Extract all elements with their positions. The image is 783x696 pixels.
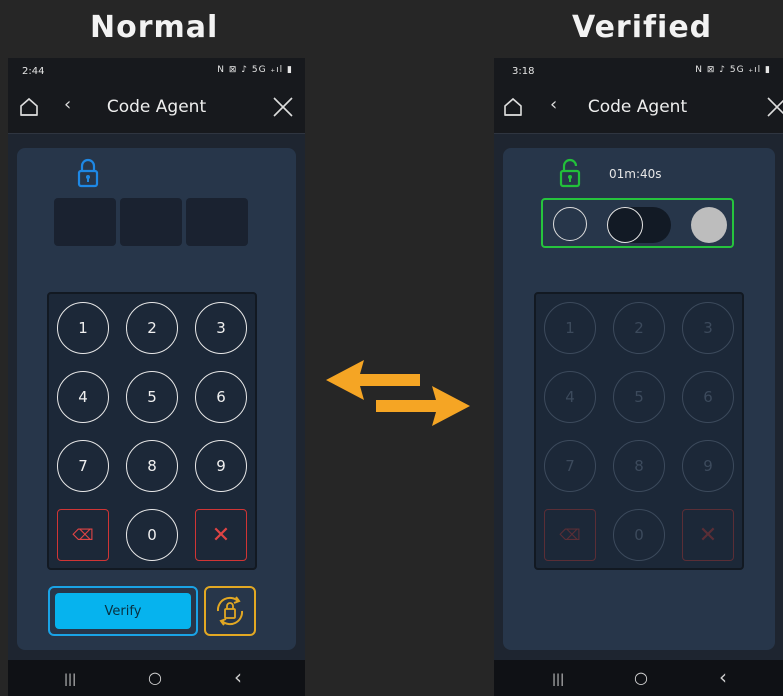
app-bar: ‹ Code Agent	[8, 82, 305, 134]
recent-apps-button[interactable]: |||	[552, 672, 564, 686]
key-8: 8	[613, 440, 665, 492]
lock-icon	[77, 158, 99, 188]
keypad: 1 2 3 4 5 6 7 8 9 ⌫ 0 ✕	[47, 292, 257, 570]
code-digit-box-1[interactable]	[54, 198, 116, 246]
home-button[interactable]: ○	[634, 668, 648, 687]
unlock-icon	[559, 158, 581, 188]
phone-normal: 2:44 N ⊠ ♪ 5G ₊ıl ▮ ‹ Code Agent 1 2 3 4…	[8, 58, 305, 696]
verified-status-panel	[541, 198, 734, 248]
page-title: Code Agent	[587, 97, 688, 117]
status-icons: N ⊠ ♪ 5G ₊ıl ▮	[217, 65, 293, 75]
status-bar: 2:44 N ⊠ ♪ 5G ₊ıl ▮	[8, 58, 305, 82]
clear-key: ✕	[682, 509, 734, 561]
swap-arrows-icon	[326, 360, 470, 426]
key-7: 7	[544, 440, 596, 492]
key-3[interactable]: 3	[195, 302, 247, 354]
status-bar: 3:18 N ⊠ ♪ 5G ₊ıl ▮	[494, 58, 783, 82]
mode-toggle[interactable]	[607, 207, 671, 243]
key-5: 5	[613, 371, 665, 423]
status-time: 2:44	[22, 66, 45, 77]
key-6[interactable]: 6	[195, 371, 247, 423]
status-circle-empty	[553, 207, 587, 241]
rotate-lock-icon	[216, 596, 244, 626]
close-icon[interactable]	[271, 95, 295, 119]
status-icons: N ⊠ ♪ 5G ₊ıl ▮	[695, 65, 771, 75]
key-2[interactable]: 2	[126, 302, 178, 354]
key-4: 4	[544, 371, 596, 423]
page-title: Code Agent	[106, 97, 207, 117]
app-bar: ‹ Code Agent	[494, 82, 783, 134]
key-2: 2	[613, 302, 665, 354]
verify-button[interactable]: Verify	[55, 593, 191, 629]
toggle-knob	[607, 207, 643, 243]
key-0: 0	[613, 509, 665, 561]
key-0[interactable]: 0	[126, 509, 178, 561]
status-time: 3:18	[512, 66, 535, 77]
recent-apps-button[interactable]: |||	[64, 672, 76, 686]
system-nav-bar: ||| ○ ‹	[8, 660, 305, 696]
rotate-code-button[interactable]	[204, 586, 256, 636]
backspace-key[interactable]: ⌫	[57, 509, 109, 561]
heading-verified: Verified	[572, 10, 713, 45]
key-5[interactable]: 5	[126, 371, 178, 423]
code-digit-box-3[interactable]	[186, 198, 248, 246]
key-1: 1	[544, 302, 596, 354]
phone-verified: 3:18 N ⊠ ♪ 5G ₊ıl ▮ ‹ Code Agent 01m:40s…	[494, 58, 783, 696]
key-9[interactable]: 9	[195, 440, 247, 492]
home-button[interactable]: ○	[148, 668, 162, 687]
keypad-disabled: 1 2 3 4 5 6 7 8 9 ⌫ 0 ✕	[534, 292, 744, 570]
timer-text: 01m:40s	[609, 167, 662, 181]
clear-key[interactable]: ✕	[195, 509, 247, 561]
key-1[interactable]: 1	[57, 302, 109, 354]
back-button[interactable]: ‹	[719, 665, 727, 689]
backspace-key: ⌫	[544, 509, 596, 561]
close-icon[interactable]	[765, 95, 783, 119]
code-digit-box-2[interactable]	[120, 198, 182, 246]
status-circle-filled	[691, 207, 727, 243]
key-7[interactable]: 7	[57, 440, 109, 492]
heading-normal: Normal	[90, 10, 219, 45]
key-8[interactable]: 8	[126, 440, 178, 492]
key-3: 3	[682, 302, 734, 354]
key-4[interactable]: 4	[57, 371, 109, 423]
key-9: 9	[682, 440, 734, 492]
key-6: 6	[682, 371, 734, 423]
verify-button-frame: Verify	[48, 586, 198, 636]
system-nav-bar: ||| ○ ‹	[494, 660, 783, 696]
back-button[interactable]: ‹	[234, 665, 242, 689]
